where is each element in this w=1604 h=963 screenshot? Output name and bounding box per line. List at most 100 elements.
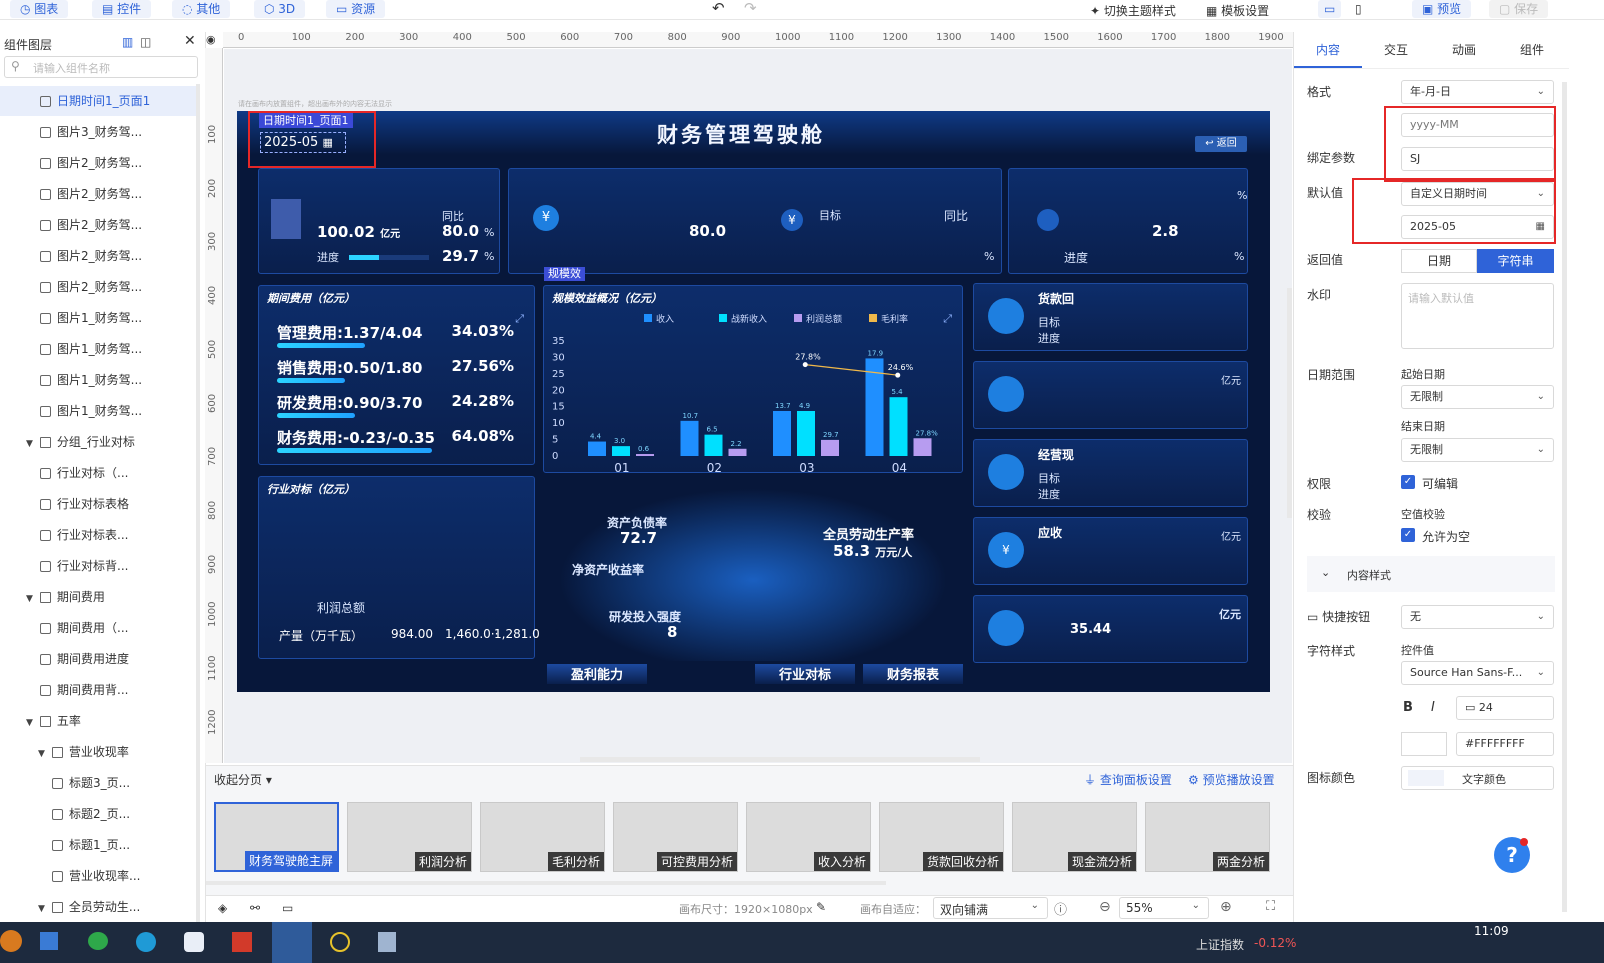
tree-icon[interactable]: ⚯	[250, 901, 260, 915]
canvas-vertical-scrollbar[interactable]	[1287, 288, 1292, 518]
period-cost-card[interactable]: 期间费用（亿元） ⤢ 管理费用:1.37/4.04 34.03% 销售费用:0.50…	[258, 285, 535, 465]
layer-item[interactable]: 图片1_财务驾...	[0, 303, 196, 333]
layer-item[interactable]: 期间费用背...	[0, 675, 196, 705]
tab-content[interactable]: 内容	[1294, 32, 1362, 68]
page-thumbnail[interactable]: 收入分析	[746, 802, 871, 872]
close-icon[interactable]: ✕	[184, 33, 196, 49]
mobile-view-icon[interactable]: ▯	[1355, 2, 1362, 16]
layer-item[interactable]: 行业对标表...	[0, 520, 196, 550]
return-string-option[interactable]: 字符串	[1477, 249, 1554, 273]
layer-item[interactable]: 标题2_页...	[0, 799, 196, 829]
app-icon-active[interactable]	[272, 922, 312, 963]
layer-item[interactable]: 日期时间1_页面1	[0, 86, 196, 116]
pages-scrollbar[interactable]	[206, 881, 886, 885]
right-card-collection[interactable]: 货款回 目标 进度	[973, 283, 1248, 351]
app-icon-9[interactable]	[378, 932, 396, 952]
app-icon-1[interactable]	[0, 930, 22, 952]
font-size-input[interactable]: ▭ 24	[1456, 696, 1554, 720]
format-select[interactable]: 年-月-日 ⌄	[1401, 80, 1554, 104]
collapse-pages-button[interactable]: 收起分页 ▾	[214, 771, 272, 788]
adapt-select[interactable]: 双向铺满 ⌄	[933, 897, 1048, 919]
page-thumbnail[interactable]: 可控费用分析	[613, 802, 738, 872]
start-date-select[interactable]: 无限制 ⌄	[1401, 385, 1554, 409]
preview-button[interactable]: ▣ 预览	[1412, 0, 1472, 18]
page-thumbnail[interactable]: 毛利分析	[480, 802, 605, 872]
layer-search-input[interactable]: ⚲ 请输入组件名称	[4, 56, 198, 78]
layer-item[interactable]: 营业收现率...	[0, 861, 196, 891]
layer-item[interactable]: 行业对标背...	[0, 551, 196, 581]
minimap-icon[interactable]: ▭	[282, 901, 293, 915]
right-card-last[interactable]: 35.44 亿元	[973, 595, 1248, 663]
layer-group-item[interactable]: ▼ 营业收现率	[0, 737, 196, 767]
other-menu-button[interactable]: ◌ 其他	[172, 0, 231, 18]
page-thumbnail[interactable]: 利润分析	[347, 802, 472, 872]
app-icon-8[interactable]	[330, 932, 350, 952]
tab-interaction[interactable]: 交互	[1362, 32, 1430, 68]
theme-switch-button[interactable]: ✦ 切换主题样式	[1090, 2, 1176, 19]
watermark-textarea[interactable]: 请输入默认值	[1401, 283, 1554, 349]
zoom-in-icon[interactable]: ⊕	[1220, 899, 1232, 915]
layer-item[interactable]: 图片2_财务驾...	[0, 179, 196, 209]
layer-item[interactable]: 期间费用（...	[0, 613, 196, 643]
preview-settings-button[interactable]: ⚙ 预览播放设置	[1188, 771, 1275, 788]
layer-item[interactable]: 行业对标（...	[0, 458, 196, 488]
layout-toggle-icon[interactable]: ▥	[122, 35, 133, 49]
app-icon-5[interactable]	[184, 932, 204, 952]
page-thumbnail[interactable]: 货款回收分析	[879, 802, 1004, 872]
save-button[interactable]: ▢ 保存	[1489, 0, 1549, 18]
eye-icon[interactable]: ◉	[206, 33, 216, 46]
right-card-operating[interactable]: 经营现 目标 进度	[973, 439, 1248, 507]
layer-item[interactable]: 行业对标表格	[0, 489, 196, 519]
app-icon-6[interactable]	[232, 932, 252, 952]
profit-chart-card[interactable]: 规模效益概况（亿元） ⤢ 收入 战新收入 利润总额 毛利率 0 5 10 15 20 25 30 35…	[543, 285, 963, 474]
nav-reports[interactable]: 财务报表	[863, 664, 963, 684]
property-panel-scrollbar[interactable]	[1562, 82, 1567, 912]
layer-item[interactable]: 图片2_财务驾...	[0, 272, 196, 302]
help-circle-icon[interactable]: ⓘ	[1054, 899, 1067, 918]
industry-card[interactable]: 行业对标（亿元） 利润总额 产量（万千瓦） 984.00 1,460.0·· 1…	[258, 476, 540, 659]
zoom-out-icon[interactable]: ⊖	[1099, 899, 1111, 915]
italic-button[interactable]: I	[1431, 700, 1435, 715]
chart-menu-button[interactable]: ◷ 图表	[10, 0, 69, 18]
page-thumbnail[interactable]: 现金流分析	[1012, 802, 1137, 872]
tab-animation[interactable]: 动画	[1430, 32, 1498, 68]
layer-item[interactable]: 期间费用进度	[0, 644, 196, 674]
undo-icon[interactable]: ↶	[712, 0, 725, 17]
resource-menu-button[interactable]: ▭ 资源	[326, 0, 386, 18]
editable-checkbox[interactable]: ✓	[1401, 475, 1415, 489]
text-color-swatch[interactable]	[1408, 770, 1444, 786]
back-button[interactable]: ↩ 返回	[1195, 136, 1247, 152]
layer-item[interactable]: 图片1_财务驾...	[0, 365, 196, 395]
control-menu-button[interactable]: ▤ 控件	[92, 0, 152, 18]
layer-item[interactable]: 图片2_财务驾...	[0, 241, 196, 271]
nav-profitability[interactable]: 盈利能力	[547, 664, 647, 684]
end-date-select[interactable]: 无限制 ⌄	[1401, 438, 1554, 462]
layer-item[interactable]: 标题3_页...	[0, 768, 196, 798]
color-swatch[interactable]	[1401, 732, 1447, 756]
app-icon-2[interactable]	[40, 932, 58, 950]
template-settings-button[interactable]: ▦ 模板设置	[1206, 2, 1269, 19]
layer-item[interactable]: 图片1_财务驾...	[0, 334, 196, 364]
return-date-option[interactable]: 日期	[1401, 249, 1477, 273]
query-settings-button[interactable]: ⏚ 查询面板设置	[1084, 771, 1172, 788]
fit-screen-icon[interactable]: ⛶	[1266, 899, 1275, 914]
desktop-view-icon[interactable]: ▭	[1318, 0, 1342, 18]
edit-size-icon[interactable]: ✎	[816, 900, 826, 914]
page-thumbnail[interactable]: 财务驾驶舱主屏	[214, 802, 339, 872]
threed-menu-button[interactable]: ⬡ 3D	[254, 0, 306, 18]
layers-icon[interactable]: ◈	[218, 901, 227, 915]
canvas-horizontal-scrollbar[interactable]	[580, 757, 980, 762]
layer-group-item[interactable]: ▼ 期间费用	[0, 582, 196, 612]
layer-item[interactable]: 图片2_财务驾...	[0, 210, 196, 240]
layer-scrollbar[interactable]	[196, 84, 200, 924]
layer-item[interactable]: 标题1_页...	[0, 830, 196, 860]
font-family-select[interactable]: Source Han Sans-F... ⌄	[1401, 661, 1554, 685]
content-style-section[interactable]: ⌄ 内容样式	[1307, 556, 1555, 592]
layer-group-item[interactable]: ▼ 五率	[0, 706, 196, 736]
redo-icon[interactable]: ↷	[744, 0, 757, 17]
layer-group-item[interactable]: ▼ 分组_行业对标	[0, 427, 196, 457]
text-color-field[interactable]: 文字颜色	[1401, 766, 1554, 790]
kpi-card-profit[interactable]: 2.8 进度 % %	[1008, 168, 1248, 274]
right-card-receivable[interactable]: 应收 ¥ 亿元	[973, 517, 1248, 585]
bold-button[interactable]: B	[1403, 700, 1413, 715]
